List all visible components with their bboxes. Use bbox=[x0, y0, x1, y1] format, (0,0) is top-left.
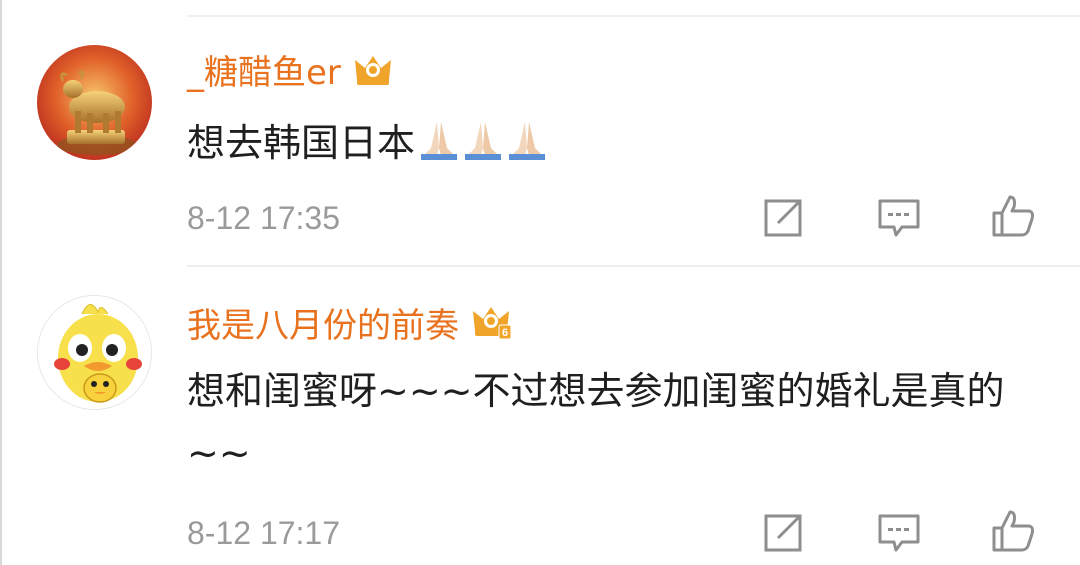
avatar[interactable] bbox=[37, 45, 152, 160]
comment-icon bbox=[878, 199, 920, 237]
share-icon bbox=[764, 514, 802, 552]
username-text[interactable]: 我是八月份的前奏 bbox=[187, 306, 459, 346]
username[interactable]: _糖醋鱼er bbox=[187, 52, 393, 97]
folded-hands-icon bbox=[421, 122, 546, 160]
like-icon bbox=[992, 510, 1034, 552]
comment-icon bbox=[878, 514, 920, 552]
share-icon bbox=[764, 199, 802, 237]
comment-item: 我是八月份的前奏 6 想和闺蜜呀~~~不过想去参加闺蜜的婚礼是真的~~ 8-12… bbox=[0, 265, 1080, 565]
comment-text: 想和闺蜜呀~~~不过想去参加闺蜜的婚礼是真的~~ bbox=[187, 360, 1057, 484]
like-button[interactable] bbox=[990, 508, 1036, 554]
comment-content: 想去韩国日本 bbox=[187, 121, 416, 165]
vip-crown-icon bbox=[353, 52, 393, 97]
comment-text: 想去韩国日本 bbox=[187, 112, 1057, 178]
vip-crown-icon: 6 bbox=[471, 303, 513, 350]
timestamp: 8-12 17:35 bbox=[187, 200, 341, 236]
like-icon bbox=[992, 195, 1034, 237]
comment-button[interactable] bbox=[876, 195, 922, 241]
like-button[interactable] bbox=[990, 193, 1036, 239]
emoji-row bbox=[417, 116, 547, 178]
username-text[interactable]: _糖醋鱼er bbox=[187, 53, 341, 93]
comment-item: _糖醋鱼er 想去韩国日本 8-12 17:35 bbox=[0, 0, 1080, 265]
comment-content: 想和闺蜜呀~~~不过想去参加闺蜜的婚礼是真的~~ bbox=[187, 369, 1005, 475]
share-button[interactable] bbox=[760, 195, 806, 241]
share-button[interactable] bbox=[760, 510, 806, 556]
comment-button[interactable] bbox=[876, 510, 922, 556]
vip-level: 6 bbox=[502, 327, 508, 339]
username[interactable]: 我是八月份的前奏 6 bbox=[187, 303, 513, 350]
timestamp: 8-12 17:17 bbox=[187, 515, 341, 551]
avatar[interactable] bbox=[37, 295, 152, 410]
